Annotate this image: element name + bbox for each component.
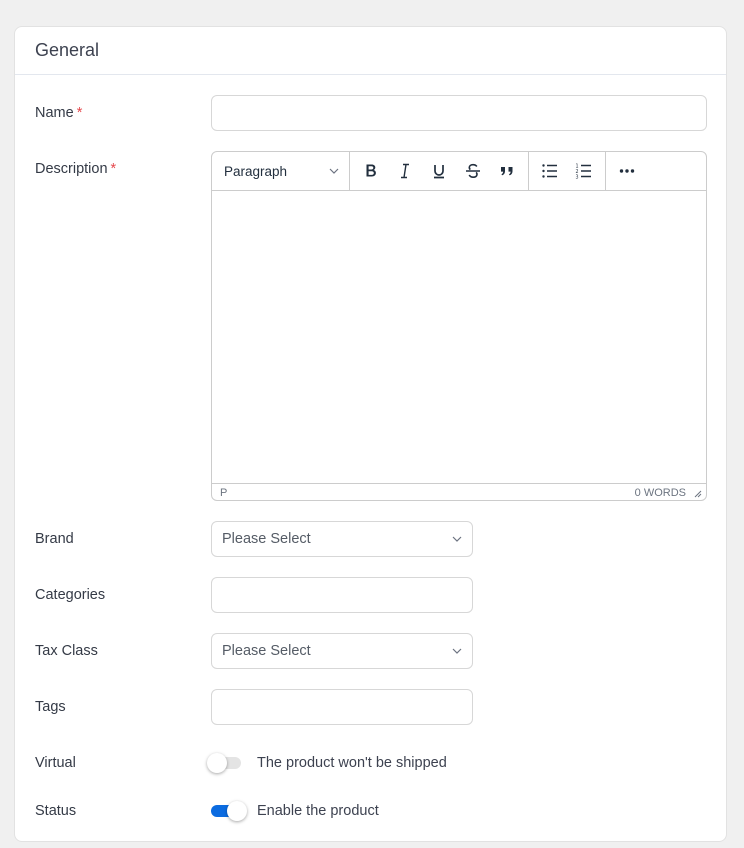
editor-statusbar: P 0 WORDS [212, 483, 706, 500]
toggle-knob [227, 801, 247, 821]
underline-button[interactable] [422, 152, 456, 190]
tax-class-selected-value: Please Select [222, 643, 311, 659]
tags-row: Tags [35, 689, 706, 725]
bullet-list-icon [542, 164, 557, 178]
required-mark: * [110, 161, 117, 177]
bullet-list-button[interactable] [533, 152, 567, 190]
block-format-label: Paragraph [224, 163, 288, 179]
numbered-list-icon: 123 [576, 163, 591, 180]
virtual-row: Virtual The product won't be shipped [35, 751, 706, 775]
tax-class-label: Tax Class [35, 643, 98, 659]
card-header: General [15, 27, 726, 75]
bold-icon [366, 164, 376, 177]
status-row: Status Enable the product [35, 799, 706, 823]
italic-icon [401, 163, 409, 179]
categories-input[interactable] [212, 578, 472, 612]
description-label: Description * [35, 161, 117, 177]
word-count[interactable]: 0 WORDS [635, 487, 686, 499]
virtual-toggle[interactable] [207, 751, 247, 775]
svg-text:2: 2 [576, 169, 579, 175]
format-group [350, 152, 529, 190]
chevron-down-icon [452, 648, 462, 654]
categories-row: Categories [35, 577, 706, 613]
blockquote-icon [501, 167, 513, 176]
block-format-dropdown[interactable]: Paragraph [212, 152, 350, 190]
name-label: Name * [35, 105, 83, 121]
element-path[interactable]: P [220, 487, 227, 499]
svg-text:3: 3 [576, 174, 579, 180]
bold-button[interactable] [354, 152, 388, 190]
strikethrough-button[interactable] [456, 152, 490, 190]
svg-text:1: 1 [576, 163, 579, 169]
strikethrough-icon [466, 163, 480, 179]
brand-label: Brand [35, 531, 74, 547]
status-description: Enable the product [257, 803, 379, 819]
tags-input[interactable] [212, 690, 472, 724]
chevron-down-icon [329, 168, 339, 174]
required-mark: * [76, 105, 83, 121]
card-title: General [35, 40, 100, 60]
blockquote-button[interactable] [490, 152, 524, 190]
toggle-knob [207, 753, 227, 773]
chevron-down-icon [452, 536, 462, 542]
description-editor: Paragraph 1 2 3 P 0 WORDS [211, 151, 707, 501]
status-toggle[interactable] [207, 799, 247, 823]
more-group [606, 152, 648, 190]
tags-field[interactable] [211, 689, 473, 725]
brand-select[interactable]: Please Select [211, 521, 473, 557]
tax-class-row: Tax Class Please Select [35, 633, 706, 669]
italic-button[interactable] [388, 152, 422, 190]
more-icon [619, 169, 635, 173]
editor-content-area[interactable] [212, 191, 706, 483]
categories-field[interactable] [211, 577, 473, 613]
list-group: 123 [529, 152, 606, 190]
categories-label: Categories [35, 587, 106, 603]
brand-row: Brand Please Select [35, 521, 706, 557]
underline-icon [434, 165, 444, 179]
status-right: 0 WORDS [635, 487, 702, 499]
more-button[interactable] [610, 152, 644, 190]
general-card: General Name * Description * Paragraph 1… [14, 26, 727, 842]
virtual-label: Virtual [35, 755, 76, 771]
description-row: Description * Paragraph 1 2 3 P 0 WORDS [35, 151, 707, 501]
virtual-description: The product won't be shipped [257, 755, 447, 771]
status-label: Status [35, 803, 77, 819]
tax-class-select[interactable]: Please Select [211, 633, 473, 669]
name-field[interactable] [211, 95, 707, 131]
resize-handle-icon[interactable] [692, 488, 702, 498]
name-row: Name * [35, 95, 707, 131]
name-input[interactable] [212, 96, 706, 130]
numbered-list-button[interactable]: 123 [567, 152, 601, 190]
tags-label: Tags [35, 699, 66, 715]
brand-selected-value: Please Select [222, 531, 311, 547]
editor-toolbar: Paragraph 1 2 3 [212, 152, 706, 191]
